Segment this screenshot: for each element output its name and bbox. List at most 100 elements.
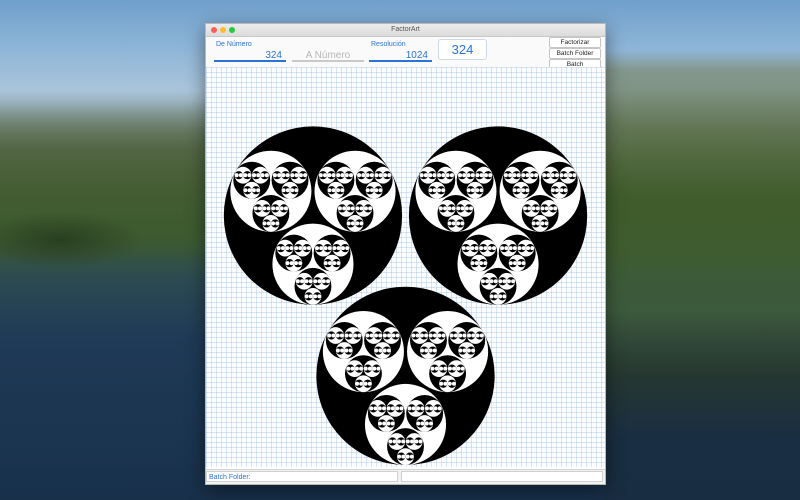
factor-circle <box>283 206 288 211</box>
factor-circle <box>357 333 362 338</box>
to-number-field[interactable]: A Número <box>292 39 364 65</box>
factor-circle <box>344 348 349 353</box>
factor-circle <box>512 246 517 251</box>
factor-circle <box>445 173 450 178</box>
factor-circle <box>369 173 374 178</box>
factor-circle <box>554 173 559 178</box>
factor-circle <box>418 439 423 444</box>
factor-circle <box>452 366 457 371</box>
factor-circle <box>323 246 328 251</box>
factor-circle <box>277 173 282 178</box>
from-number-field[interactable]: De Número 324 <box>214 39 286 65</box>
factor-circle <box>272 173 277 178</box>
factor-circle <box>332 246 337 251</box>
factor-circle <box>327 333 332 338</box>
factor-circle <box>335 333 340 338</box>
batch-folder-button[interactable]: Batch Folder <box>549 48 601 59</box>
close-window-button[interactable] <box>211 27 217 33</box>
factor-circle <box>512 188 517 193</box>
factor-circle <box>498 279 503 284</box>
title-bar[interactable]: FactorArt <box>206 24 605 37</box>
factor-circle <box>572 173 577 178</box>
factor-circle <box>420 406 425 411</box>
factor-circle <box>535 206 540 211</box>
factor-circle <box>350 206 355 211</box>
factor-circle <box>449 333 454 338</box>
factor-circle <box>392 439 397 444</box>
factor-art-canvas <box>206 67 605 467</box>
factor-circle <box>405 439 410 444</box>
factor-circle <box>470 188 475 193</box>
factor-circle <box>306 246 311 251</box>
factor-circle <box>281 173 286 178</box>
factor-circle <box>411 406 416 411</box>
factor-circle <box>456 206 461 211</box>
factor-circle <box>483 246 488 251</box>
factor-circle <box>285 173 290 178</box>
factor-circle <box>388 439 393 444</box>
factor-circle <box>531 221 536 226</box>
factor-circle <box>462 348 467 353</box>
factor-circle <box>266 221 271 226</box>
desktop-wallpaper-left <box>0 0 205 500</box>
factor-circle <box>344 173 349 178</box>
factor-circle <box>247 188 252 193</box>
factor-circle <box>466 246 471 251</box>
factor-circle <box>461 246 466 251</box>
factor-circle <box>298 261 303 266</box>
factor-circle <box>534 173 539 178</box>
factor-circle <box>488 173 493 178</box>
factor-circle <box>447 366 452 371</box>
factor-circle <box>479 261 484 266</box>
factor-circle <box>359 221 364 226</box>
factor-circle <box>276 246 281 251</box>
factor-circle <box>546 173 551 178</box>
factor-circle <box>308 279 313 284</box>
factor-circle <box>517 246 522 251</box>
factor-circle <box>523 206 528 211</box>
factorize-button[interactable]: Factorizar <box>549 37 601 48</box>
factor-circle <box>382 421 387 426</box>
factor-circle <box>416 406 421 411</box>
factor-circle <box>428 173 433 178</box>
factor-circle <box>441 333 446 338</box>
factor-circle <box>303 173 308 178</box>
factor-circle <box>405 454 410 459</box>
factor-circle <box>346 206 351 211</box>
factor-circle <box>508 261 513 266</box>
factor-circle <box>443 366 448 371</box>
factor-circle <box>298 173 303 178</box>
factor-circle <box>447 221 452 226</box>
factor-circle <box>348 173 353 178</box>
zoom-window-button[interactable] <box>229 27 235 33</box>
factor-circle <box>390 406 395 411</box>
factor-circle <box>516 188 521 193</box>
factor-circle <box>260 173 265 178</box>
factor-circle <box>256 173 261 178</box>
factor-circle <box>363 206 368 211</box>
factor-circle <box>275 221 280 226</box>
factor-circle <box>363 366 368 371</box>
factor-circle <box>396 439 401 444</box>
minimize-window-button[interactable] <box>220 27 226 33</box>
factor-circle <box>359 366 364 371</box>
factor-circle <box>378 173 383 178</box>
factor-circle <box>313 279 318 284</box>
factor-circle <box>483 261 488 266</box>
factor-circle <box>474 246 479 251</box>
factor-circle <box>460 221 465 226</box>
factor-circle <box>346 221 351 226</box>
factor-circle <box>471 348 476 353</box>
factor-circle <box>498 294 503 299</box>
factor-circle <box>424 348 429 353</box>
factor-circle <box>363 381 368 386</box>
factor-circle <box>433 406 438 411</box>
resolution-field[interactable]: Resolución 1024 <box>369 39 432 65</box>
factor-circle <box>470 261 475 266</box>
factor-circle <box>323 261 328 266</box>
factor-circle <box>447 381 452 386</box>
factor-circle <box>489 294 494 299</box>
factor-circle <box>521 261 526 266</box>
factor-circle <box>432 348 437 353</box>
factor-circle <box>419 173 424 178</box>
